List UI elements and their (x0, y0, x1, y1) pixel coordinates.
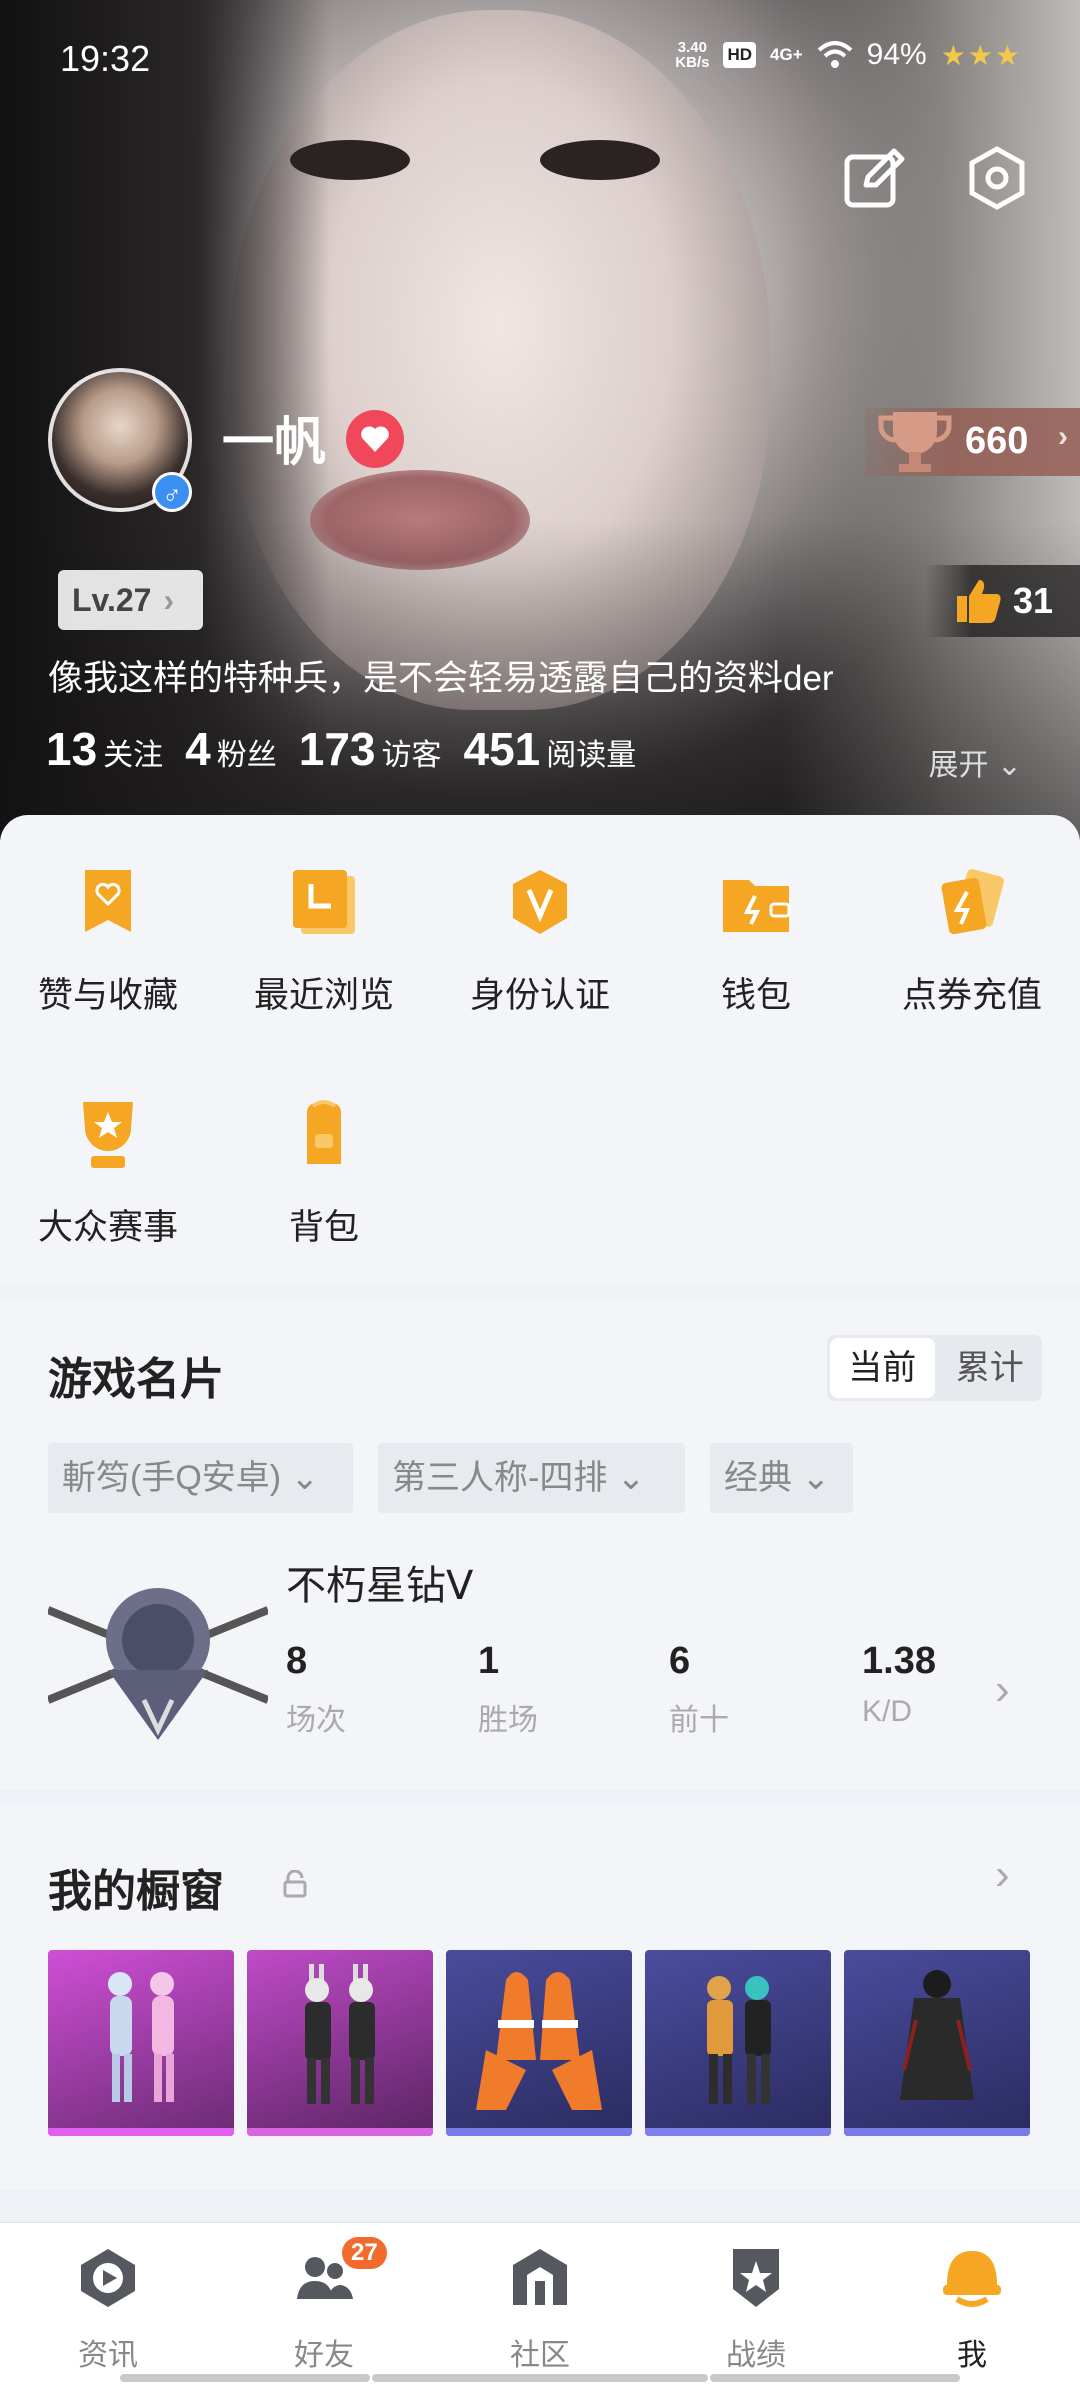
game-card-title: 游戏名片 (48, 1355, 224, 1404)
status-bar: 19:32 3.40 KB/s HD 4G+ 94% ★★★ (0, 0, 1080, 110)
chevron-down-icon: ⌄ (801, 1459, 830, 1497)
expand-button[interactable]: 展开 ⌄ (929, 740, 1022, 784)
chevron-down-icon: ⌄ (616, 1459, 646, 1497)
stat-reads[interactable]: 451 阅读量 (464, 722, 637, 776)
lock-icon (283, 1870, 307, 1898)
signal-icon: 4G+ (770, 45, 803, 64)
bio: 像我这样的特种兵，是不会轻易透露自己的资料der (48, 659, 834, 698)
showcase-title: 我的橱窗 (48, 1867, 224, 1916)
nav-news[interactable]: 资讯 (0, 2245, 216, 2374)
chevron-right-icon[interactable]: › (995, 1850, 1010, 1900)
toggle-current[interactable]: 当前 (830, 1338, 935, 1398)
outfit-orange-icon (476, 1972, 602, 2110)
settings-icon[interactable] (964, 145, 1030, 211)
rank-emblem-icon (48, 1588, 268, 1740)
heart-badge-icon[interactable] (346, 410, 404, 468)
feature-backpack[interactable]: 背包 (216, 1098, 432, 1250)
outfit-pink-icon (108, 1972, 174, 2102)
profile-stats: 13 关注 4 粉丝 173 访客 451 阅读量 (46, 722, 636, 776)
heart-bookmark-icon (85, 870, 131, 932)
hero-actions (842, 145, 1030, 211)
hd-icon: HD (723, 42, 757, 68)
outfit-punk-icon (707, 1976, 771, 2104)
recent-icon (293, 870, 355, 934)
showcase-item-1[interactable] (48, 1950, 234, 2136)
map-filter[interactable]: 经典 ⌄ (710, 1443, 853, 1513)
stars-icon: ★★★ (940, 39, 1022, 71)
cover-eye-left (290, 140, 410, 180)
chevron-right-icon[interactable]: › (995, 1665, 1010, 1715)
male-gender-icon: ♂ (152, 472, 192, 512)
chevron-right-icon: › (163, 581, 175, 618)
thumbs-up-icon (957, 580, 1001, 623)
net-speed: 3.40 KB/s (675, 39, 710, 71)
cover-eye-right (540, 140, 660, 180)
coupon-card-icon (941, 869, 1004, 935)
trophy-cup-icon (83, 1102, 133, 1168)
stat-fans[interactable]: 4 粉丝 (185, 722, 277, 776)
chevron-down-icon: ⌄ (996, 749, 1022, 782)
showcase-item-5[interactable] (844, 1950, 1030, 2136)
trophy-score[interactable]: 660 › (865, 408, 1080, 476)
feature-recent[interactable]: 最近浏览 (216, 866, 432, 1018)
stat-following[interactable]: 13 关注 (46, 722, 163, 776)
home-indicator (120, 2374, 370, 2382)
feature-events[interactable]: 大众赛事 (0, 1098, 216, 1250)
chevron-right-icon: › (1058, 420, 1068, 453)
friends-badge: 27 (342, 2237, 387, 2269)
mode-filter[interactable]: 第三人称-四排 ⌄ (378, 1443, 685, 1513)
rank-name: 不朽星钻Ⅴ (286, 1564, 474, 1608)
toggle-total[interactable]: 累计 (938, 1335, 1043, 1401)
metric-matches: 8 场次 (286, 1640, 346, 1737)
avatar[interactable]: ♂ (48, 368, 192, 512)
feature-wallet[interactable]: 钱包 (648, 866, 864, 1018)
status-time: 19:32 (60, 38, 151, 79)
status-right: 3.40 KB/s HD 4G+ 94% ★★★ (675, 38, 1022, 72)
me-helmet-icon (943, 2251, 1001, 2307)
nav-community[interactable]: 社区 (432, 2245, 648, 2374)
level-badge[interactable]: Lv.27 › (58, 570, 203, 630)
like-count[interactable]: 31 (925, 565, 1080, 637)
news-play-icon (81, 2249, 135, 2307)
stat-visitors[interactable]: 173 访客 (299, 722, 442, 776)
outfit-bunny-icon (305, 1964, 375, 2104)
period-toggle: 当前 累计 (827, 1335, 1042, 1401)
metric-wins: 1 胜场 (478, 1640, 538, 1737)
community-icon (513, 2249, 567, 2305)
verify-v-icon (513, 870, 567, 934)
server-filter[interactable]: 斬笉(手Q安卓) ⌄ (48, 1443, 353, 1513)
wallet-icon (723, 880, 791, 932)
backpack-icon (307, 1100, 341, 1164)
battery-percent: 94% (866, 38, 927, 71)
trophy-icon (878, 412, 952, 472)
record-shield-icon (733, 2249, 779, 2307)
showcase-item-3[interactable] (446, 1950, 632, 2136)
feature-verify[interactable]: 身份认证 (432, 866, 648, 1018)
nav-me[interactable]: 我 (864, 2245, 1080, 2374)
chevron-down-icon: ⌄ (290, 1459, 320, 1497)
showcase-item-4[interactable] (645, 1950, 831, 2136)
nav-records[interactable]: 战绩 (648, 2245, 864, 2374)
bottom-nav: 资讯 27 好友 社区 战绩 我 (0, 2222, 1080, 2388)
username: 一帆 (222, 414, 327, 472)
nav-friends[interactable]: 27 好友 (216, 2237, 432, 2374)
showcase-item-2[interactable] (247, 1950, 433, 2136)
wifi-icon (817, 41, 852, 68)
edit-icon[interactable] (842, 145, 908, 211)
outfit-dark-coat-icon (900, 1970, 974, 2100)
feature-likes-favorites[interactable]: 赞与收藏 (0, 866, 216, 1018)
metric-top10: 6 前十 (669, 1640, 729, 1737)
feature-recharge[interactable]: 点券充值 (864, 866, 1080, 1018)
